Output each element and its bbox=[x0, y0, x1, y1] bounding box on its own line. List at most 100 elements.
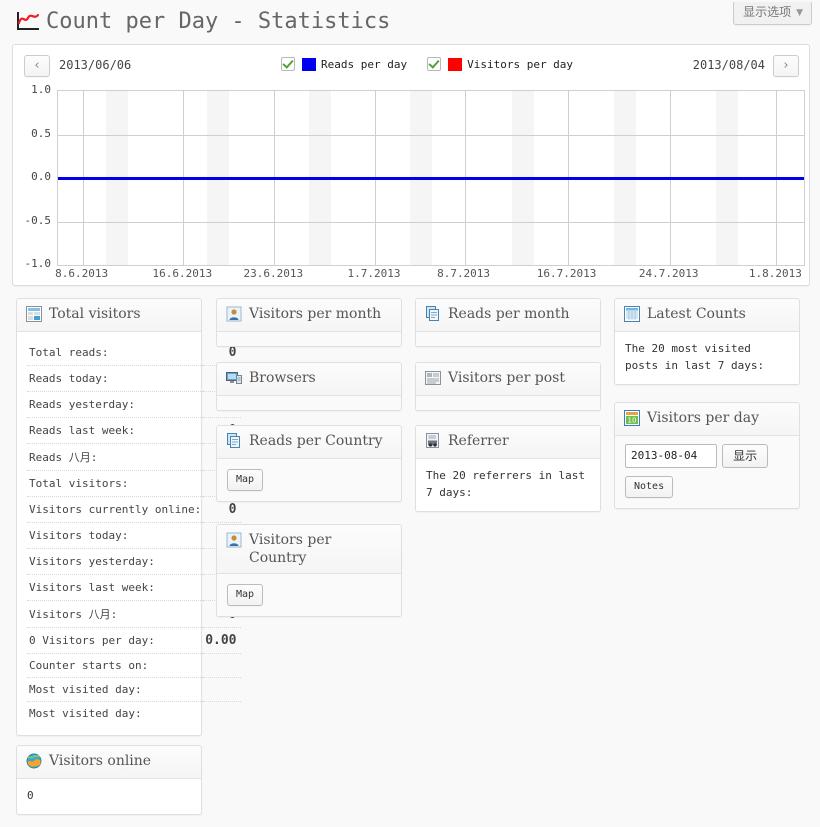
legend-item-visitors[interactable]: Visitors per day bbox=[427, 57, 573, 71]
panel-browsers-title: Browsers bbox=[249, 370, 316, 386]
panel-visitors-per-day-header[interactable]: 10 Visitors per day bbox=[615, 403, 799, 436]
panel-visitors-per-post-header[interactable]: Visitors per post bbox=[416, 363, 600, 396]
stats-row: Reads 八月:0 bbox=[27, 443, 241, 471]
stats-row-label: Visitors yesterday: bbox=[27, 548, 204, 575]
chart-panel: ‹ 2013/06/06 Reads per day Visitors per … bbox=[12, 44, 810, 286]
panel-visitors-per-day: 10 Visitors per day 显示 Notes bbox=[614, 402, 800, 509]
panel-referrer-title: Referrer bbox=[448, 433, 509, 449]
panel-reads-per-month-body bbox=[416, 332, 600, 346]
panel-referrer: Referrer The 20 referrers in last 7 days… bbox=[415, 425, 601, 512]
stats-row: Visitors yesterday:0 bbox=[27, 548, 241, 575]
stats-row-label: Visitors 八月: bbox=[27, 600, 204, 628]
visitors-per-day-controls: 显示 bbox=[625, 444, 789, 468]
chart-end-date: 2013/08/04 bbox=[692, 58, 765, 72]
stats-row-label: Most visited day: bbox=[29, 707, 142, 720]
legend-color-reads bbox=[302, 57, 316, 71]
stats-row-value bbox=[203, 702, 240, 726]
panel-visitors-online-header[interactable]: Visitors online bbox=[17, 746, 201, 779]
panel-reads-per-country-title: Reads per Country bbox=[249, 433, 383, 449]
page-title-text: Count per Day - Statistics bbox=[46, 9, 391, 34]
user-icon bbox=[226, 306, 242, 322]
visitors-per-day-date-input[interactable] bbox=[625, 444, 717, 468]
chart-legend: Reads per day Visitors per day bbox=[281, 57, 593, 71]
referrer-body-text: The 20 referrers in last 7 days: bbox=[426, 469, 585, 499]
panel-visitors-per-month-header[interactable]: Visitors per month bbox=[217, 299, 401, 332]
panel-reads-per-country-body: Map bbox=[217, 459, 401, 501]
stats-row-label: Most visited day: bbox=[27, 677, 204, 702]
stats-row-label: Counter starts on: bbox=[27, 653, 204, 678]
referrer-icon bbox=[425, 433, 441, 449]
panel-latest-counts-header[interactable]: Latest Counts bbox=[615, 299, 799, 332]
stats-row-value bbox=[203, 653, 241, 678]
chart-x-tick-label: 24.7.2013 bbox=[638, 267, 699, 280]
stats-row-label: Total reads: bbox=[27, 340, 204, 366]
panel-total-visitors: Total visitors Total reads: 0 Reads today:… bbox=[16, 298, 241, 736]
stats-row-label: Total visitors: bbox=[27, 470, 204, 497]
pages-icon bbox=[226, 433, 242, 449]
panel-reads-per-month: Reads per month bbox=[415, 298, 601, 347]
panel-browsers-header[interactable]: Browsers bbox=[217, 363, 401, 396]
chevron-down-icon: ▼ bbox=[796, 8, 803, 18]
reads-per-country-map-button[interactable]: Map bbox=[227, 469, 264, 491]
panel-visitors-per-post-title: Visitors per post bbox=[448, 370, 565, 386]
stats-row-label: 0 Visitors per day: bbox=[27, 627, 204, 654]
panel-reads-per-country-header[interactable]: Reads per Country bbox=[217, 426, 401, 459]
page-title: Count per Day - Statistics bbox=[16, 9, 390, 35]
panel-browsers-body bbox=[217, 396, 401, 410]
visitors-per-day-notes-button[interactable]: Notes bbox=[625, 476, 674, 498]
legend-checkbox-reads[interactable] bbox=[281, 57, 295, 71]
panel-reads-per-month-title: Reads per month bbox=[448, 306, 570, 322]
panel-visitors-online: Visitors online 0 bbox=[16, 745, 202, 815]
svg-text:10: 10 bbox=[628, 417, 637, 425]
chart-plot-area[interactable] bbox=[57, 90, 805, 266]
stats-row-value bbox=[203, 677, 241, 702]
globe-icon bbox=[26, 753, 42, 769]
total-visitors-table: Total reads:0Reads today:0Reads yesterda… bbox=[27, 340, 241, 725]
chart-x-tick-label: 8.6.2013 bbox=[55, 267, 109, 280]
stats-row: Most visited day: bbox=[27, 702, 241, 726]
panel-total-visitors-body: Total reads:0Reads today:0Reads yesterda… bbox=[17, 332, 241, 735]
stats-row-label: Visitors today: bbox=[27, 522, 204, 549]
panel-visitors-per-month-body bbox=[217, 332, 401, 346]
legend-checkbox-visitors[interactable] bbox=[427, 57, 442, 71]
grid-icon bbox=[624, 306, 640, 322]
screen-options-button[interactable]: 显示选项 ▼ bbox=[733, 2, 812, 25]
panel-visitors-per-post-body bbox=[416, 396, 600, 410]
visitors-per-day-show-button[interactable]: 显示 bbox=[722, 444, 769, 468]
next-period-button[interactable]: › bbox=[773, 55, 799, 77]
stats-row: Reads last week:0 bbox=[27, 417, 241, 444]
chart-x-tick-label: 16.6.2013 bbox=[152, 267, 213, 280]
stats-row: Visitors last week:0 bbox=[27, 574, 241, 601]
stats-row-label: Reads yesterday: bbox=[27, 391, 204, 418]
latest-counts-body-text: The 20 most visited posts in last 7 days… bbox=[625, 342, 765, 372]
stats-row: Total reads: 0 bbox=[27, 340, 241, 366]
chart-y-tick-label: -1.0 bbox=[24, 257, 52, 270]
prev-period-button[interactable]: ‹ bbox=[24, 55, 50, 77]
panel-visitors-per-month: Visitors per month bbox=[216, 298, 402, 347]
screen-options-label: 显示选项 bbox=[743, 5, 792, 19]
panel-referrer-header[interactable]: Referrer bbox=[416, 426, 600, 459]
chart-x-tick-label: 1.8.2013 bbox=[748, 267, 802, 280]
panel-visitors-online-body: 0 bbox=[17, 779, 201, 814]
stats-row: 0 Visitors per day: 0.00 bbox=[27, 627, 241, 654]
panel-total-visitors-title: Total visitors bbox=[49, 306, 141, 322]
visitors-online-count: 0 bbox=[27, 789, 34, 802]
panel-visitors-per-day-title: Visitors per day bbox=[647, 410, 759, 426]
chart-y-tick-label: 0.5 bbox=[31, 126, 51, 140]
panel-visitors-per-country-header[interactable]: Visitors per Country bbox=[217, 525, 401, 574]
statistics-page: 显示选项 ▼ Count per Day - Statistics ‹ 2013/… bbox=[0, 0, 820, 827]
panel-total-visitors-header[interactable]: Total visitors bbox=[17, 299, 201, 332]
legend-item-reads[interactable]: Reads per day bbox=[281, 57, 407, 71]
visitors-per-country-map-button[interactable]: Map bbox=[227, 584, 264, 606]
chart-series-line bbox=[58, 177, 804, 180]
stats-row-value: 0.00 bbox=[203, 627, 241, 654]
panel-reads-per-country: Reads per Country Map bbox=[216, 425, 402, 502]
panel-latest-counts: Latest Counts The 20 most visited posts … bbox=[614, 298, 800, 385]
stats-row: Most visited day: bbox=[27, 677, 241, 702]
chart-x-tick-label: 16.7.2013 bbox=[536, 267, 597, 280]
legend-color-visitors bbox=[448, 57, 463, 71]
panel-reads-per-month-header[interactable]: Reads per month bbox=[416, 299, 600, 332]
panel-visitors-per-country-title: Visitors per Country bbox=[249, 532, 332, 566]
chart-header: ‹ 2013/06/06 Reads per day Visitors per … bbox=[13, 45, 809, 81]
stats-row-label: Reads 八月: bbox=[27, 443, 204, 471]
